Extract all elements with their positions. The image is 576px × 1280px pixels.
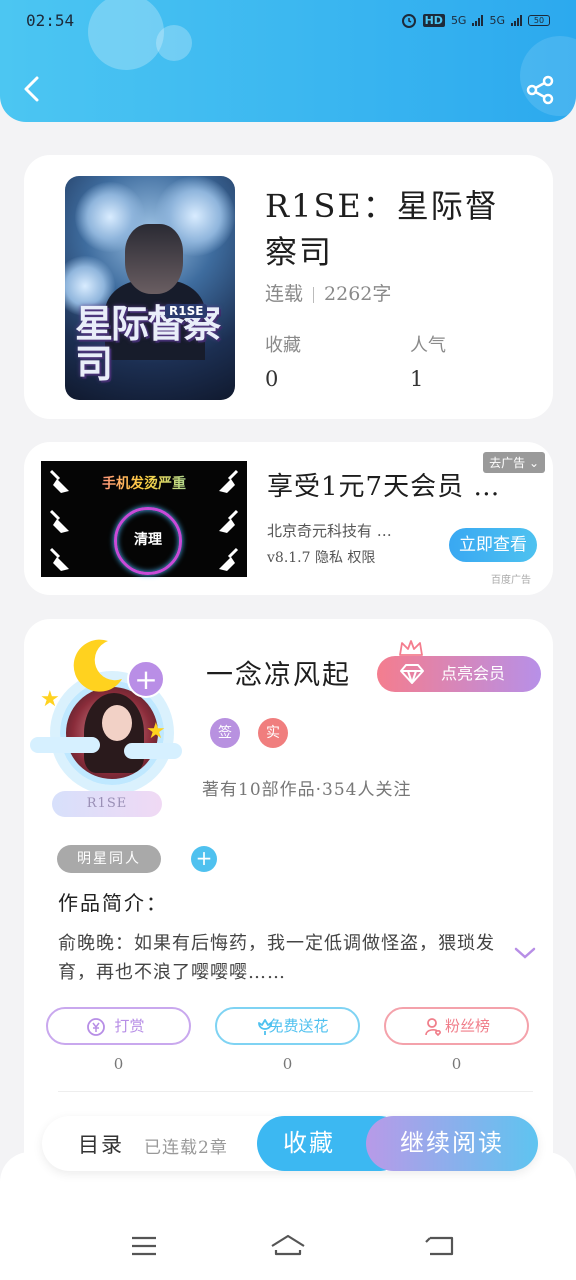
broom-icon (49, 509, 69, 533)
broom-icon (219, 509, 239, 533)
ad-card[interactable]: 手机发烫严重 清理 享受1元7天会员 … 北京奇元科技有 … v8.1.7 隐私… (24, 442, 553, 595)
ad-title[interactable]: 享受1元7天会员 … (267, 466, 500, 503)
fan-count: 0 (451, 1055, 462, 1073)
badge-signed: 签 (210, 718, 240, 748)
broom-icon (49, 547, 69, 571)
stat-label-favorites: 收藏 (265, 335, 301, 356)
crown-icon (399, 640, 423, 656)
back-icon[interactable] (420, 1226, 460, 1266)
author-name[interactable]: 一念凉风起 (206, 653, 351, 692)
cloud-decor (30, 737, 100, 753)
flower-count: 0 (282, 1055, 293, 1073)
coin-icon (87, 1018, 105, 1036)
author-stats: 著有10部作品·354人关注 (202, 780, 412, 800)
ad-close-button[interactable]: 去广告 ⌄ (483, 452, 545, 473)
stat-label-popularity: 人气 (410, 335, 446, 356)
stat-value-popularity: 1 (410, 367, 424, 391)
add-tag-button[interactable]: + (191, 846, 217, 872)
star-icon: ★ (40, 687, 60, 712)
hd-badge: HD (422, 13, 445, 27)
book-word-count: 2262字 (324, 283, 392, 305)
cloud-decor (124, 743, 182, 759)
status-time: 02:54 (26, 11, 75, 30)
chapter-count[interactable]: 已连载2章 (144, 1133, 228, 1158)
continue-reading-button[interactable]: 继续阅读 (366, 1116, 538, 1171)
reward-button[interactable]: 打赏 (46, 1007, 191, 1045)
ad-source: 百度广告 (491, 575, 531, 586)
stat-value-favorites: 0 (265, 367, 279, 391)
genre-tag[interactable]: 明星同人 (57, 845, 161, 873)
signal-icon (472, 14, 484, 26)
broom-icon (219, 547, 239, 571)
intro-title: 作品简介： (58, 891, 168, 915)
reader-action-bar: 目录 已连载2章 收藏 继续阅读 (42, 1116, 538, 1171)
send-flower-button[interactable]: 免费送花 (215, 1007, 360, 1045)
home-icon[interactable] (268, 1226, 308, 1266)
menu-icon[interactable] (124, 1226, 164, 1266)
chevron-down-icon: ⌄ (525, 456, 539, 470)
book-title: R1SE：星际督察司 (265, 187, 499, 271)
badge-verified: 实 (258, 718, 288, 748)
activate-vip-button[interactable]: 点亮会员 (377, 656, 541, 692)
author-card: ★ ★ + R1SE 一念凉风起 点亮会员 签 实 著有10部作品·354人关注… (24, 619, 553, 1179)
decor-bubble (88, 0, 164, 70)
book-info-card: 星际督察司 R1SE R1SE：星际督察司 连载 2262字 收藏 0 人气 1 (24, 155, 553, 419)
book-cover[interactable]: 星际督察司 R1SE (65, 176, 235, 400)
ad-clean-label: 清理 (134, 532, 162, 548)
meta-divider (313, 287, 315, 303)
ad-meta[interactable]: v8.1.7 隐私 权限 (267, 547, 375, 567)
alarm-icon (401, 14, 416, 28)
ad-close-label: 去广告 (489, 456, 526, 470)
network-label-1: 5G (450, 13, 467, 27)
header: 02:54 HD 5G 5G 50 (0, 0, 576, 122)
book-status: 连载 (265, 283, 304, 305)
ad-company: 北京奇元科技有 … (267, 522, 392, 540)
moon-icon (73, 639, 122, 692)
send-flower-label: 免费送花 (268, 1017, 329, 1035)
decor-bubble (156, 25, 192, 61)
avatar-frame-tag: R1SE (52, 791, 162, 817)
fan-ranking-button[interactable]: 粉丝榜 (384, 1007, 529, 1045)
cover-figure-face (125, 224, 183, 294)
cover-tag: R1SE (165, 304, 208, 318)
reward-count: 0 (113, 1055, 124, 1073)
system-nav-bar (0, 1218, 576, 1274)
reward-label: 打赏 (114, 1017, 145, 1035)
fan-ranking-label: 粉丝榜 (444, 1017, 490, 1035)
ad-cta-button[interactable]: 立即查看 (449, 528, 537, 562)
book-meta: 连载 2262字 (265, 279, 391, 306)
toc-button[interactable]: 目录 (78, 1129, 124, 1159)
chevron-down-icon[interactable] (514, 946, 536, 960)
flower-icon (258, 1019, 272, 1035)
follow-plus-button[interactable]: + (127, 660, 165, 698)
ad-image[interactable]: 手机发烫严重 清理 (41, 461, 247, 577)
star-icon: ★ (146, 719, 166, 744)
battery-icon: 50 (528, 14, 550, 26)
network-label-2: 5G (489, 13, 505, 27)
avatar-face (102, 705, 132, 741)
status-icons: HD 5G 5G 50 (401, 12, 550, 28)
user-heart-icon (425, 1018, 441, 1037)
broom-icon (219, 469, 239, 493)
back-arrow-icon[interactable] (18, 74, 48, 104)
share-icon[interactable] (524, 74, 556, 106)
diamond-icon (400, 664, 424, 684)
signal-icon (511, 14, 522, 26)
broom-icon (49, 469, 69, 493)
intro-text: 俞晚晚：如果有后悔药，我一定低调做怪盗，猥琐发育，再也不浪了嘤嘤嘤…… (58, 933, 495, 983)
divider (58, 1091, 533, 1092)
vip-button-label: 点亮会员 (441, 664, 506, 683)
